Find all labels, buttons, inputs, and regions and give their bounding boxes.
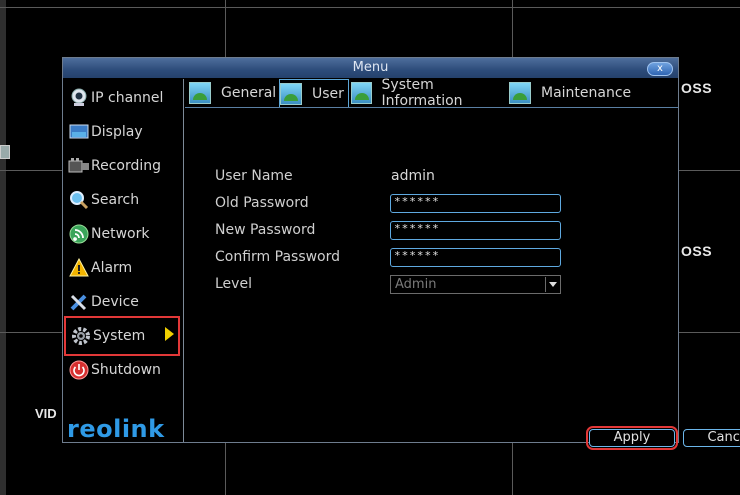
menu-window: Menu x IP channel Display Recording Sear…: [62, 57, 740, 450]
gear-icon: [70, 325, 92, 347]
sidebar-item-recording[interactable]: Recording: [68, 150, 180, 182]
reolink-logo: reolink: [67, 415, 165, 443]
confirm-password-label: Confirm Password: [215, 249, 341, 265]
film-icon: [68, 155, 90, 177]
apply-button[interactable]: Apply: [586, 426, 678, 450]
camera-tile-icon: [0, 145, 10, 159]
tab-system-information[interactable]: System Information: [351, 77, 509, 109]
grid-line: [0, 7, 740, 8]
sidebar-item-device[interactable]: Device: [68, 286, 180, 318]
sidebar-item-label: Recording: [91, 158, 162, 174]
tab-label: Maintenance: [541, 85, 632, 101]
user-name-value: admin: [391, 168, 435, 184]
tab-icon: [509, 82, 531, 104]
sidebar-item-search[interactable]: Search: [68, 184, 180, 216]
user-name-label: User Name: [215, 168, 293, 184]
tab-icon: [189, 82, 211, 104]
tab-user[interactable]: User: [279, 79, 349, 107]
menu-titlebar: Menu x: [63, 58, 678, 78]
sidebar-item-label: IP channel: [91, 90, 164, 106]
tab-label: System Information: [381, 77, 463, 109]
sidebar-item-label: Search: [91, 192, 140, 208]
tab-icon: [351, 82, 372, 104]
tab-general[interactable]: General: [189, 79, 277, 107]
sidebar-item-label: Display: [91, 124, 143, 140]
level-label: Level: [215, 276, 252, 292]
tab-label: General: [221, 85, 277, 101]
magnifier-icon: [68, 189, 90, 211]
video-loss-label: OSS: [681, 243, 713, 259]
video-loss-label: OSS: [681, 80, 713, 96]
close-icon: x: [657, 63, 663, 74]
sidebar-item-label: System: [93, 328, 146, 344]
user-settings-panel: User Name admin Old Password ****** New …: [185, 107, 740, 450]
sidebar-item-label: Shutdown: [91, 362, 161, 378]
sidebar-item-label: Alarm: [91, 260, 133, 276]
menu-title: Menu: [352, 60, 389, 75]
warning-icon: [68, 257, 90, 279]
cancel-button[interactable]: Cancel: [683, 429, 740, 447]
monitor-icon: [68, 121, 90, 143]
sidebar: IP channel Display Recording Search Netw…: [64, 79, 184, 443]
sidebar-item-alarm[interactable]: Alarm: [68, 252, 180, 284]
close-button[interactable]: x: [647, 62, 673, 76]
new-password-label: New Password: [215, 222, 316, 238]
submenu-arrow-icon: [165, 327, 174, 341]
old-password-field[interactable]: ******: [390, 194, 561, 213]
sidebar-item-label: Device: [91, 294, 139, 310]
sidebar-item-network[interactable]: Network: [68, 218, 180, 250]
level-value: Admin: [395, 277, 437, 292]
chevron-down-icon: [545, 277, 559, 292]
tab-icon: [280, 82, 302, 105]
sidebar-item-display[interactable]: Display: [68, 116, 180, 148]
sidebar-item-shutdown[interactable]: Shutdown: [68, 354, 180, 386]
sidebar-item-ip-channel[interactable]: IP channel: [68, 82, 180, 114]
webcam-icon: [68, 87, 90, 109]
new-password-field[interactable]: ******: [390, 221, 561, 240]
tab-label: User: [312, 85, 344, 102]
tab-maintenance[interactable]: Maintenance: [509, 79, 639, 107]
power-icon: [68, 359, 90, 381]
tools-icon: [68, 291, 90, 313]
tab-bar: General User System Information Maintena…: [185, 77, 678, 109]
sidebar-item-system[interactable]: System: [64, 316, 180, 356]
video-label: VID: [35, 406, 57, 421]
network-icon: [68, 223, 90, 245]
old-password-label: Old Password: [215, 195, 309, 211]
confirm-password-field[interactable]: ******: [390, 248, 561, 267]
sidebar-item-label: Network: [91, 226, 150, 242]
level-select[interactable]: Admin: [390, 275, 561, 294]
left-edge: [0, 0, 6, 495]
